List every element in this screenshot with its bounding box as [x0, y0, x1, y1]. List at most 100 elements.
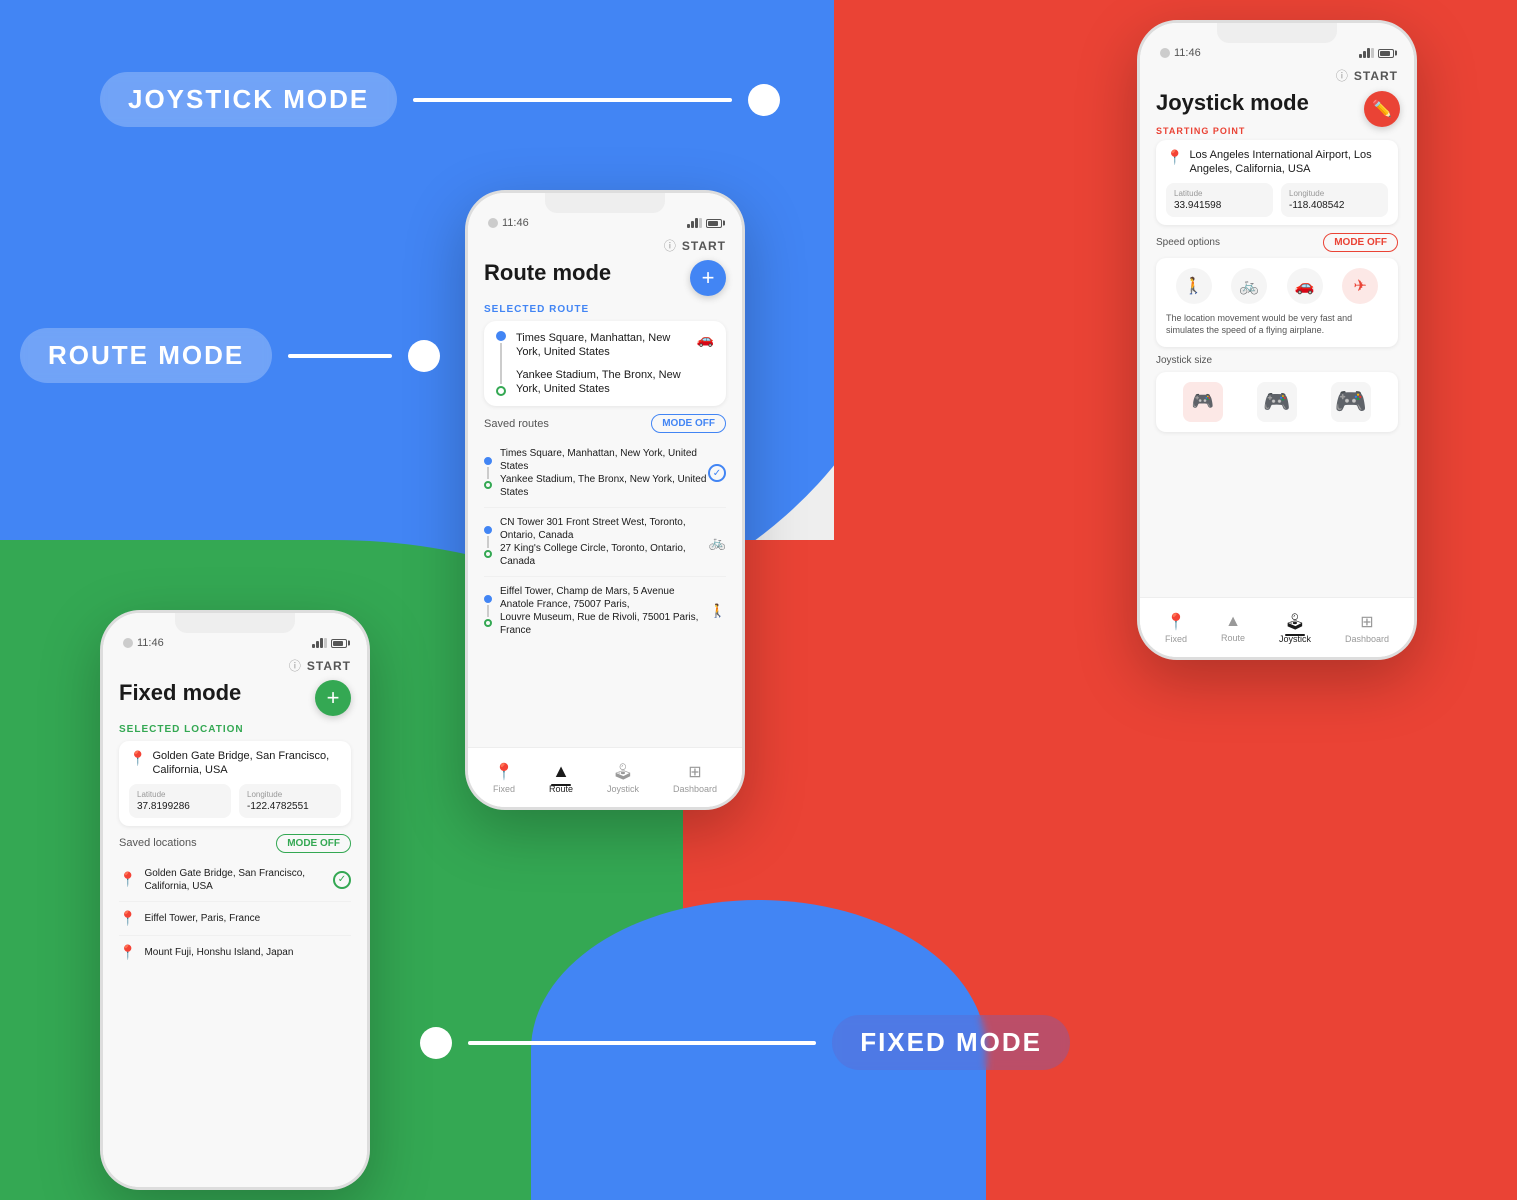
- dot-origin: [496, 331, 506, 341]
- route-dots: [496, 331, 506, 396]
- nav-fixed-icon: 📍: [494, 762, 514, 782]
- fixed-battery: [331, 639, 347, 648]
- nav-fixed[interactable]: 📍 Fixed: [493, 762, 515, 794]
- joystick-phone: 11:46 ⓘ START ✏️ Joystick mode STARTING …: [1137, 20, 1417, 660]
- speed-car-icon[interactable]: 🚗: [1287, 268, 1323, 304]
- nav-route[interactable]: ▲ Route: [549, 761, 573, 794]
- speed-options-label: Speed options: [1156, 237, 1220, 248]
- joystick-mode-off-btn[interactable]: MODE OFF: [1323, 233, 1398, 252]
- joystick-header: ⓘ START: [1156, 67, 1398, 84]
- saved-loc-1[interactable]: 📍 Golden Gate Bridge, San Francisco, Cal…: [119, 859, 351, 902]
- saved-loc-1-name: Golden Gate Bridge, San Francisco, Calif…: [144, 867, 333, 893]
- saved-loc-3-name: Mount Fuji, Honshu Island, Japan: [144, 946, 351, 959]
- route-title-row: Route mode +: [484, 260, 726, 296]
- saved-route-1-to: Yankee Stadium, The Bronx, New York, Uni…: [500, 473, 708, 499]
- route-start-btn[interactable]: START: [682, 239, 726, 253]
- joystick-size-box: 🎮 🎮 🎮: [1156, 372, 1398, 432]
- fixed-mode-line: [468, 1041, 816, 1045]
- route-mode-pill: ROUTE MODE: [20, 328, 272, 383]
- joystick-mode-line: [413, 98, 732, 102]
- route-signal-bars: [687, 218, 702, 228]
- saved-loc-2-name: Eiffel Tower, Paris, France: [144, 912, 351, 925]
- speed-plane-icon[interactable]: ✈: [1342, 268, 1378, 304]
- saved-loc-2[interactable]: 📍 Eiffel Tower, Paris, France: [119, 902, 351, 936]
- joystick-status-icons: [1359, 48, 1394, 58]
- joystick-nav-dashboard-label: Dashboard: [1345, 634, 1389, 644]
- fixed-phone-screen: 11:46 ⓘ START Fixed mode + SELECTED LOCA: [103, 613, 367, 1187]
- joystick-nav-route[interactable]: ▲ Route: [1221, 613, 1245, 643]
- saved-route-1[interactable]: Times Square, Manhattan, New York, Unite…: [484, 439, 726, 508]
- speed-walk-icon[interactable]: 🚶: [1176, 268, 1212, 304]
- route-phone: 11:46 ⓘ START Route mode + SELECTED ROUT: [465, 190, 745, 810]
- fixed-fab[interactable]: +: [315, 680, 351, 716]
- joystick-size-small[interactable]: 🎮: [1183, 382, 1223, 422]
- joystick-size-large[interactable]: 🎮: [1331, 382, 1371, 422]
- speed-bike-icon[interactable]: 🚲: [1231, 268, 1267, 304]
- joystick-lng-value: -118.408542: [1289, 200, 1380, 211]
- joystick-start-btn[interactable]: START: [1354, 69, 1398, 83]
- route-bottom-nav: 📍 Fixed ▲ Route 🕹 Joystick ⊞ Dashboard: [468, 747, 742, 807]
- fixed-selected-label: SELECTED LOCATION: [119, 724, 351, 735]
- route-phone-screen: 11:46 ⓘ START Route mode + SELECTED ROUT: [468, 193, 742, 807]
- route-header: ⓘ START: [484, 237, 726, 254]
- saved-route-2-icon: 🚲: [709, 534, 726, 551]
- saved-loc-3[interactable]: 📍 Mount Fuji, Honshu Island, Japan: [119, 936, 351, 969]
- fixed-lng-box: Longitude -122.4782551: [239, 784, 341, 818]
- nav-dashboard[interactable]: ⊞ Dashboard: [673, 762, 717, 794]
- nav-fixed-label: Fixed: [493, 784, 515, 794]
- fixed-location-name: 📍 Golden Gate Bridge, San Francisco, Cal…: [129, 749, 341, 778]
- fixed-start-btn[interactable]: START: [307, 659, 351, 673]
- joystick-nav-route-label: Route: [1221, 633, 1245, 643]
- saved-routes-header: Saved routes MODE OFF: [484, 414, 726, 433]
- joystick-nav-dashboard-icon: ⊞: [1360, 612, 1373, 632]
- joystick-fab[interactable]: ✏️: [1364, 91, 1400, 127]
- joystick-status-bar: 11:46: [1156, 47, 1398, 59]
- route-selected-item[interactable]: Times Square, Manhattan, New York, Unite…: [484, 321, 726, 406]
- fixed-time: 11:46: [137, 637, 164, 649]
- joystick-pin-icon: 📍: [1166, 148, 1183, 166]
- nav-joystick[interactable]: 🕹 Joystick: [607, 762, 639, 794]
- joystick-nav-joystick[interactable]: 🕹 Joystick: [1279, 612, 1311, 644]
- fixed-mode-off-btn[interactable]: MODE OFF: [276, 834, 351, 853]
- fixed-coord-row: Latitude 37.8199286 Longitude -122.47825…: [129, 784, 341, 818]
- joystick-battery: [1378, 49, 1394, 58]
- nav-joystick-icon: 🕹: [613, 762, 633, 782]
- joystick-size-header: Joystick size: [1156, 355, 1398, 366]
- saved-loc-2-icon: 📍: [119, 910, 136, 927]
- route-battery: [706, 219, 722, 228]
- joystick-nav-dashboard[interactable]: ⊞ Dashboard: [1345, 612, 1389, 644]
- joystick-location-box: 📍 Los Angeles International Airport, Los…: [1156, 140, 1398, 225]
- fixed-phone-notch: [175, 613, 295, 633]
- route-connector: [500, 343, 502, 384]
- saved-route-1-from: Times Square, Manhattan, New York, Unite…: [500, 447, 708, 473]
- saved-route-1-check: ✓: [708, 464, 726, 482]
- fixed-lat-value: 37.8199286: [137, 801, 223, 812]
- route-status-icons: [687, 218, 722, 228]
- nav-joystick-label: Joystick: [607, 784, 639, 794]
- fixed-mode-circle: [420, 1027, 452, 1059]
- joystick-nav-fixed[interactable]: 📍 Fixed: [1165, 612, 1187, 644]
- nav-route-icon: ▲: [552, 761, 570, 782]
- route-to: Yankee Stadium, The Bronx, New York, Uni…: [516, 368, 687, 397]
- route-mode-off-btn[interactable]: MODE OFF: [651, 414, 726, 433]
- saved-route-2[interactable]: CN Tower 301 Front Street West, Toronto,…: [484, 508, 726, 577]
- saved-loc-1-icon: 📍: [119, 871, 136, 888]
- saved-locations-label: Saved locations: [119, 837, 197, 849]
- joystick-lat-label: Latitude: [1174, 189, 1265, 198]
- route-selected-label: SELECTED ROUTE: [484, 304, 726, 315]
- fixed-lng-value: -122.4782551: [247, 801, 333, 812]
- joystick-nav-route-icon: ▲: [1225, 613, 1241, 631]
- saved-route-3-icon: 🚶: [710, 603, 726, 619]
- route-fab[interactable]: +: [690, 260, 726, 296]
- speed-box: 🚶 🚲 🚗 ✈ The location movement would be v…: [1156, 258, 1398, 347]
- location-pin-icon: 📍: [129, 749, 146, 767]
- route-status-bar: 11:46: [484, 217, 726, 229]
- fixed-mode-label: FIXED MODE: [420, 1015, 1070, 1070]
- saved-route-3[interactable]: Eiffel Tower, Champ de Mars, 5 Avenue An…: [484, 577, 726, 645]
- nav-dashboard-icon: ⊞: [688, 762, 701, 782]
- fixed-location-box: 📍 Golden Gate Bridge, San Francisco, Cal…: [119, 741, 351, 826]
- joystick-lat-value: 33.941598: [1174, 200, 1265, 211]
- route-mode-circle: [408, 340, 440, 372]
- joystick-size-medium[interactable]: 🎮: [1257, 382, 1297, 422]
- route-mode-line: [288, 354, 392, 358]
